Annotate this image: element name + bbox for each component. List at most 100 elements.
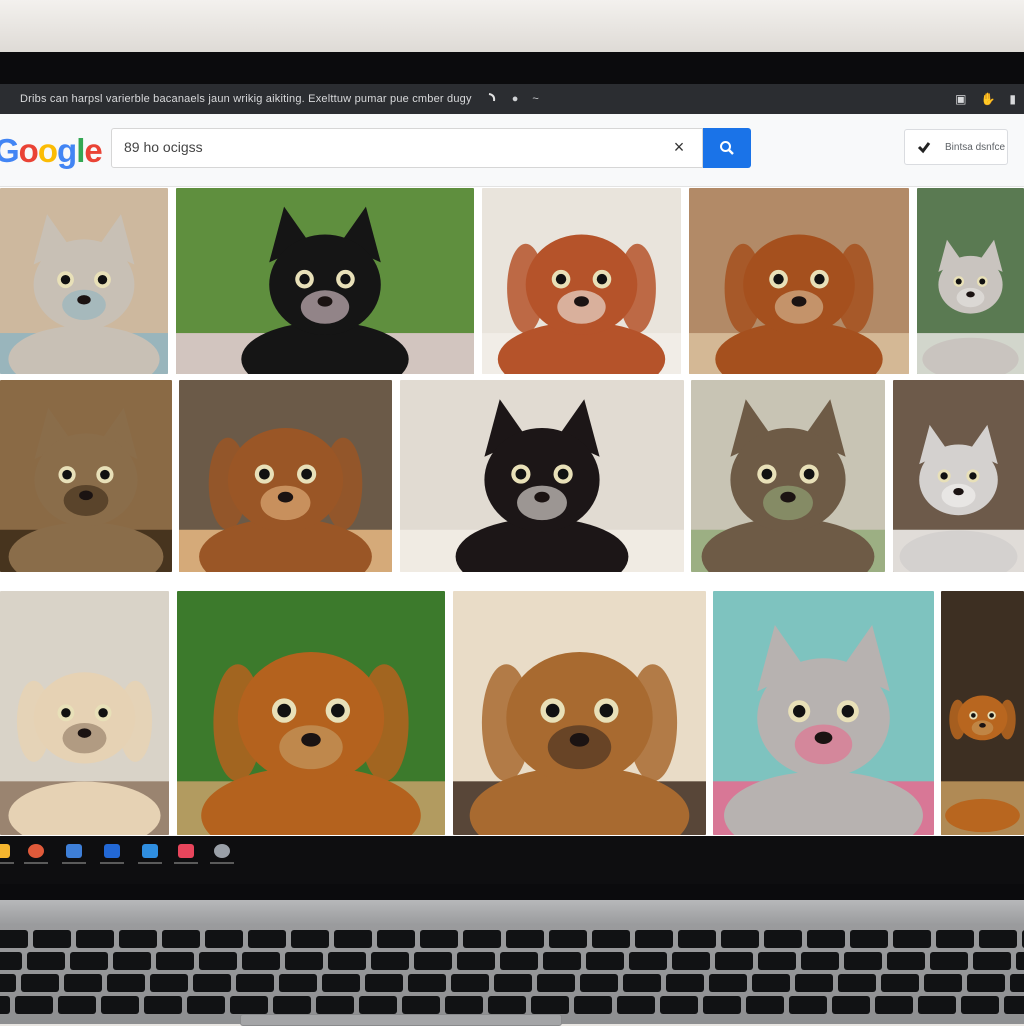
keyboard-key[interactable]: [365, 974, 403, 992]
keyboard-key[interactable]: [150, 974, 188, 992]
keyboard-key[interactable]: [887, 952, 925, 970]
bookmark-icon[interactable]: ▣: [955, 92, 966, 106]
keyboard-key[interactable]: [377, 930, 415, 948]
keyboard-key[interactable]: [408, 974, 446, 992]
keyboard-key[interactable]: [967, 974, 1005, 992]
keyboard-key[interactable]: [795, 974, 833, 992]
keyboard-key[interactable]: [199, 952, 237, 970]
keyboard-key[interactable]: [21, 974, 59, 992]
keyboard-key[interactable]: [64, 974, 102, 992]
keyboard-key[interactable]: [0, 930, 28, 948]
keyboard-key[interactable]: [703, 996, 741, 1014]
keyboard-key[interactable]: [27, 952, 65, 970]
keyboard-key[interactable]: [629, 952, 667, 970]
chrome-icon[interactable]: [28, 844, 44, 858]
keyboard-key[interactable]: [838, 974, 876, 992]
image-result[interactable]: [0, 380, 172, 572]
keyboard-key[interactable]: [586, 952, 624, 970]
keyboard-key[interactable]: [506, 930, 544, 948]
keyboard-key[interactable]: [531, 996, 569, 1014]
keyboard-key[interactable]: [488, 996, 526, 1014]
keyboard-key[interactable]: [617, 996, 655, 1014]
keyboard-key[interactable]: [1016, 952, 1024, 970]
search-input[interactable]: [122, 138, 666, 156]
keyboard-key[interactable]: [457, 952, 495, 970]
explorer-icon[interactable]: [66, 844, 82, 858]
keyboard-key[interactable]: [924, 974, 962, 992]
keyboard-key[interactable]: [832, 996, 870, 1014]
search-box[interactable]: [111, 128, 703, 168]
keyboard-key[interactable]: [500, 952, 538, 970]
keyboard-key[interactable]: [242, 952, 280, 970]
keyboard-key[interactable]: [285, 952, 323, 970]
keyboard-key[interactable]: [248, 930, 286, 948]
keyboard-key[interactable]: [291, 930, 329, 948]
keyboard-key[interactable]: [801, 952, 839, 970]
back-arrow-icon[interactable]: [486, 92, 498, 107]
keyboard-key[interactable]: [936, 930, 974, 948]
image-result[interactable]: [917, 188, 1024, 374]
keyboard-key[interactable]: [1004, 996, 1024, 1014]
keyboard-key[interactable]: [580, 974, 618, 992]
keyboard-key[interactable]: [33, 930, 71, 948]
keyboard-key[interactable]: [156, 952, 194, 970]
keyboard-key[interactable]: [0, 996, 10, 1014]
keyboard-key[interactable]: [623, 974, 661, 992]
keyboard-key[interactable]: [359, 996, 397, 1014]
keyboard-key[interactable]: [844, 952, 882, 970]
dot-icon[interactable]: ●: [512, 93, 519, 105]
keyboard-key[interactable]: [322, 974, 360, 992]
image-result[interactable]: [0, 591, 169, 835]
keyboard-key[interactable]: [328, 952, 366, 970]
keyboard-key[interactable]: [543, 952, 581, 970]
keyboard-key[interactable]: [592, 930, 630, 948]
image-result[interactable]: [179, 380, 392, 572]
tilde-icon[interactable]: ~: [532, 93, 538, 105]
keyboard-key[interactable]: [893, 930, 931, 948]
keyboard-key[interactable]: [709, 974, 747, 992]
google-logo[interactable]: Google: [0, 132, 103, 170]
image-result[interactable]: [400, 380, 684, 572]
keyboard-key[interactable]: [316, 996, 354, 1014]
keyboard-key[interactable]: [230, 996, 268, 1014]
keyboard-key[interactable]: [850, 930, 888, 948]
keyboard-key[interactable]: [187, 996, 225, 1014]
image-result[interactable]: [176, 188, 474, 374]
keyboard-key[interactable]: [58, 996, 96, 1014]
image-result[interactable]: [177, 591, 445, 835]
keyboard-key[interactable]: [666, 974, 704, 992]
image-result[interactable]: [893, 380, 1024, 572]
keyboard-key[interactable]: [463, 930, 501, 948]
keyboard-key[interactable]: [746, 996, 784, 1014]
clear-search-button[interactable]: ×: [668, 136, 690, 158]
keyboard-key[interactable]: [0, 952, 22, 970]
keyboard-key[interactable]: [15, 996, 53, 1014]
keyboard-key[interactable]: [973, 952, 1011, 970]
keyboard-key[interactable]: [279, 974, 317, 992]
image-result[interactable]: [713, 591, 934, 835]
windows-icon[interactable]: [0, 844, 10, 858]
keyboard-key[interactable]: [881, 974, 919, 992]
keyboard-key[interactable]: [930, 952, 968, 970]
keyboard-key[interactable]: [334, 930, 372, 948]
image-result[interactable]: [482, 188, 681, 374]
photos-icon[interactable]: [178, 844, 194, 858]
image-result[interactable]: [689, 188, 909, 374]
edge-icon[interactable]: [104, 844, 120, 858]
keyboard-key[interactable]: [672, 952, 710, 970]
keyboard-key[interactable]: [660, 996, 698, 1014]
keyboard-key[interactable]: [494, 974, 532, 992]
keyboard-key[interactable]: [0, 974, 16, 992]
image-result[interactable]: [453, 591, 706, 835]
keyboard-key[interactable]: [961, 996, 999, 1014]
keyboard-key[interactable]: [76, 930, 114, 948]
keyboard-key[interactable]: [574, 996, 612, 1014]
keyboard-key[interactable]: [107, 974, 145, 992]
image-result[interactable]: [941, 591, 1024, 835]
keyboard-key[interactable]: [205, 930, 243, 948]
keyboard-key[interactable]: [144, 996, 182, 1014]
menu-icon[interactable]: ▮: [1009, 92, 1016, 106]
extension-icon[interactable]: ✋: [980, 92, 995, 106]
keyboard-key[interactable]: [451, 974, 489, 992]
keyboard-key[interactable]: [875, 996, 913, 1014]
